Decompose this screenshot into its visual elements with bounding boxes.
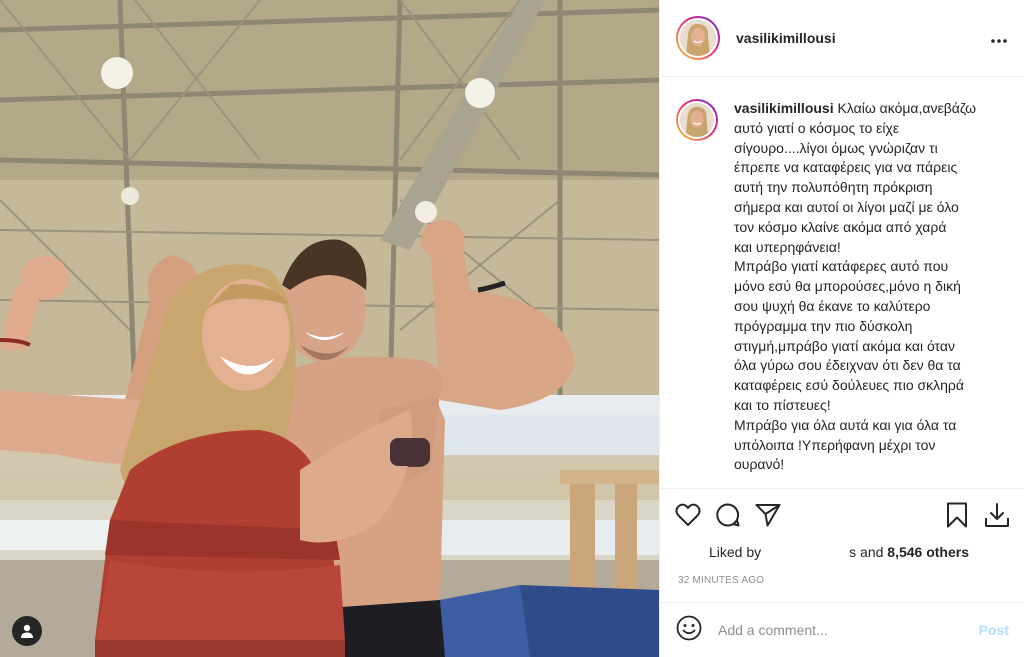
bookmark-icon: [947, 502, 967, 528]
liked-rest-and: and: [856, 544, 888, 560]
post-side-panel: vasilikimillousi vasilikimillousi Κλαίω …: [659, 0, 1024, 657]
caption-area: vasilikimillousi Κλαίω ακόμα,ανεβάζω αυτ…: [660, 77, 1024, 488]
photo-scene: [0, 0, 659, 657]
caption-text: vasilikimillousi Κλαίω ακόμα,ανεβάζω αυτ…: [734, 99, 1008, 488]
paper-plane-icon: [755, 504, 781, 527]
smiley-icon: [676, 615, 702, 640]
save-button[interactable]: [937, 495, 977, 535]
user-tag-icon: [21, 624, 33, 638]
header-username[interactable]: vasilikimillousi: [736, 30, 990, 46]
post-timestamp[interactable]: 32 MINUTES AGO: [660, 575, 1024, 586]
share-button[interactable]: [748, 495, 788, 535]
avatar-image: [680, 103, 714, 137]
post-comment-button[interactable]: Post: [979, 622, 1009, 638]
comment-input[interactable]: [718, 622, 979, 638]
caption-avatar[interactable]: [678, 101, 716, 139]
download-icon: [985, 503, 1009, 527]
caption-username[interactable]: vasilikimillousi: [734, 100, 834, 116]
like-button[interactable]: [668, 495, 708, 535]
user-tag-button[interactable]: [12, 616, 42, 646]
post-header: vasilikimillousi: [660, 0, 1024, 77]
comment-button[interactable]: [708, 495, 748, 535]
liked-count[interactable]: 8,546 others: [887, 544, 969, 560]
caption-avatar-ring[interactable]: [676, 99, 718, 141]
comment-bar: Post: [660, 602, 1024, 657]
likes-summary[interactable]: Liked by s and 8,546 others: [660, 541, 1024, 563]
heart-icon: [675, 503, 701, 526]
caption-body: Κλαίω ακόμα,ανεβάζω αυτό γιατί ο κόσμος …: [734, 100, 977, 473]
header-avatar-ring[interactable]: [676, 16, 720, 60]
liked-by-label: Liked by: [709, 544, 762, 560]
download-button[interactable]: [977, 495, 1017, 535]
post-photo[interactable]: [0, 0, 659, 657]
comment-bubble-icon: [716, 503, 740, 527]
avatar-image: [680, 20, 716, 56]
liked-others[interactable]: s and 8,546 others: [849, 544, 969, 560]
post-actions-area: Liked by s and 8,546 others 32 MINUTES A…: [660, 488, 1024, 598]
emoji-button[interactable]: [676, 615, 702, 646]
action-row: [660, 489, 1024, 541]
more-options-button[interactable]: [990, 33, 1008, 44]
avatar[interactable]: [678, 18, 718, 58]
more-options-icon: [991, 38, 1007, 43]
